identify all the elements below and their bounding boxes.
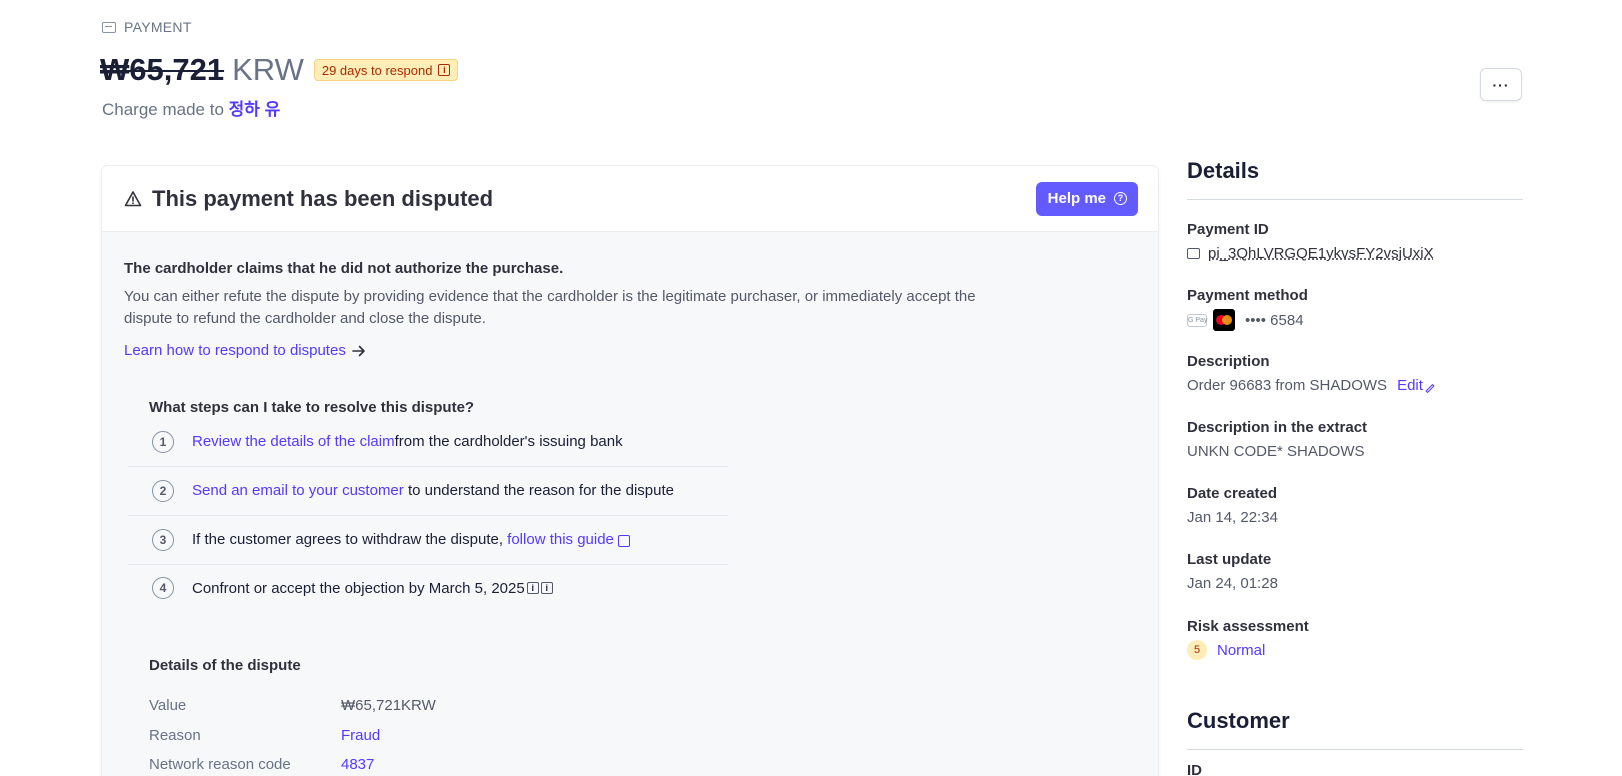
payment-method-row: G Pay •••• 6584 xyxy=(1187,309,1304,331)
payment-id-row: pi_3QhLVRGQE1ykvsFY2vsjUxiX xyxy=(1187,245,1434,262)
date-created-label: Date created xyxy=(1187,485,1278,502)
eyebrow-label: PAYMENT xyxy=(124,19,192,35)
card-last4: •••• 6584 xyxy=(1245,311,1304,329)
detail-label: Network reason code xyxy=(149,756,291,773)
description-row: Order 96683 from SHADOWS Edit xyxy=(1187,377,1435,394)
step-number: 4 xyxy=(152,577,174,599)
customer-id-label: ID xyxy=(1187,762,1202,776)
charge-line: Charge made to 정하 유 xyxy=(102,95,280,120)
description-label: Description xyxy=(1187,353,1270,370)
step-number: 2 xyxy=(152,479,174,502)
steps-title: What steps can I take to resolve this di… xyxy=(149,399,475,416)
divider xyxy=(1187,749,1523,750)
claim-summary: The cardholder claims that he did not au… xyxy=(124,260,564,277)
step-number: 1 xyxy=(152,430,174,453)
customer-heading: Customer xyxy=(1187,708,1290,733)
risk-label: Risk assessment xyxy=(1187,618,1309,635)
detail-value: ₩65,721KRW xyxy=(341,697,436,714)
edit-label: Edit xyxy=(1397,377,1423,394)
payment-currency: KRW xyxy=(232,52,304,87)
external-link-icon xyxy=(617,534,630,547)
charge-prefix: Charge made to xyxy=(102,100,224,119)
reason-link[interactable]: Fraud xyxy=(341,727,380,744)
dispute-panel: This payment has been disputed Help me ?… xyxy=(102,166,1158,776)
step-text: from the cardholder's issuing bank xyxy=(394,433,623,450)
detail-label: Value xyxy=(149,697,187,714)
payment-id-value[interactable]: pi_3QhLVRGQE1ykvsFY2vsjUxiX xyxy=(1208,245,1434,262)
google-pay-icon: G Pay xyxy=(1187,313,1207,327)
details-heading: Details xyxy=(1187,158,1260,183)
risk-level-link[interactable]: Normal xyxy=(1217,642,1265,659)
step-item: 4 Confront or accept the objection by Ma… xyxy=(128,563,728,613)
dispute-title: This payment has been disputed xyxy=(152,185,494,211)
last-update-value: Jan 24, 01:28 xyxy=(1187,575,1278,592)
info-icon[interactable]: i xyxy=(526,582,539,594)
amount-row: ₩65,721 KRW 29 days to respond i xyxy=(100,52,459,88)
customer-link[interactable]: 정하 유 xyxy=(229,100,281,119)
follow-guide-link[interactable]: follow this guide xyxy=(507,531,614,548)
warning-icon xyxy=(124,190,142,206)
review-claim-link[interactable]: Review the details of the claim xyxy=(192,433,395,450)
page-eyebrow: PAYMENT xyxy=(102,19,192,35)
info-icon[interactable]: i xyxy=(540,582,553,594)
info-icon[interactable]: i xyxy=(438,64,451,76)
payment-amount: ₩65,721 xyxy=(100,52,225,87)
edit-description-link[interactable]: Edit xyxy=(1397,377,1435,394)
deadline-text: 29 days to respond xyxy=(321,62,433,78)
terminal-icon xyxy=(1187,248,1200,259)
payment-id-label: Payment ID xyxy=(1187,221,1269,238)
payment-icon xyxy=(102,21,116,33)
step-number: 3 xyxy=(152,528,174,551)
help-me-label: Help me xyxy=(1047,190,1106,207)
step-item: 2 Send an email to your customer to unde… xyxy=(128,466,728,516)
arrow-right-icon xyxy=(352,345,365,356)
pencil-icon xyxy=(1425,383,1435,394)
help-me-button[interactable]: Help me ? xyxy=(1035,181,1138,216)
deadline-badge[interactable]: 29 days to respond i xyxy=(313,59,459,81)
dispute-explanation: You can either refute the dispute by pro… xyxy=(124,288,976,327)
mastercard-icon xyxy=(1213,309,1235,331)
learn-link-label: Learn how to respond to disputes xyxy=(124,342,346,359)
risk-score-badge: 5 xyxy=(1187,640,1207,660)
step-text: to understand the reason for the dispute xyxy=(403,482,674,499)
dispute-details-title: Details of the dispute xyxy=(149,657,301,674)
reason-code-link[interactable]: 4837 xyxy=(341,756,374,773)
detail-row: Network reason code 4837 xyxy=(149,756,549,773)
extract-label: Description in the extract xyxy=(1187,419,1368,436)
step-item: 3 If the customer agrees to withdraw the… xyxy=(128,515,728,565)
detail-row: Value ₩65,721KRW xyxy=(149,697,549,714)
detail-label: Reason xyxy=(149,727,201,744)
dispute-panel-header: This payment has been disputed Help me ? xyxy=(102,166,1158,232)
divider xyxy=(1187,199,1523,200)
learn-disputes-link[interactable]: Learn how to respond to disputes xyxy=(124,342,366,359)
last-update-label: Last update xyxy=(1187,551,1272,568)
step-item: 1 Review the details of the claim from th… xyxy=(128,417,728,467)
payment-method-label: Payment method xyxy=(1187,287,1308,304)
extract-value: UNKN CODE* SHADOWS xyxy=(1187,443,1365,460)
detail-row: Reason Fraud xyxy=(149,727,549,744)
description-value: Order 96683 from SHADOWS xyxy=(1187,377,1388,394)
question-icon: ? xyxy=(1114,192,1127,205)
risk-row: 5 Normal xyxy=(1187,640,1265,660)
step-text: If the customer agrees to withdraw the d… xyxy=(192,531,508,548)
step-text: Confront or accept the objection by Marc… xyxy=(192,579,525,597)
email-customer-link[interactable]: Send an email to your customer xyxy=(192,482,404,499)
date-created-value: Jan 14, 22:34 xyxy=(1187,509,1278,526)
more-actions-button[interactable]: ··· xyxy=(1480,68,1522,101)
